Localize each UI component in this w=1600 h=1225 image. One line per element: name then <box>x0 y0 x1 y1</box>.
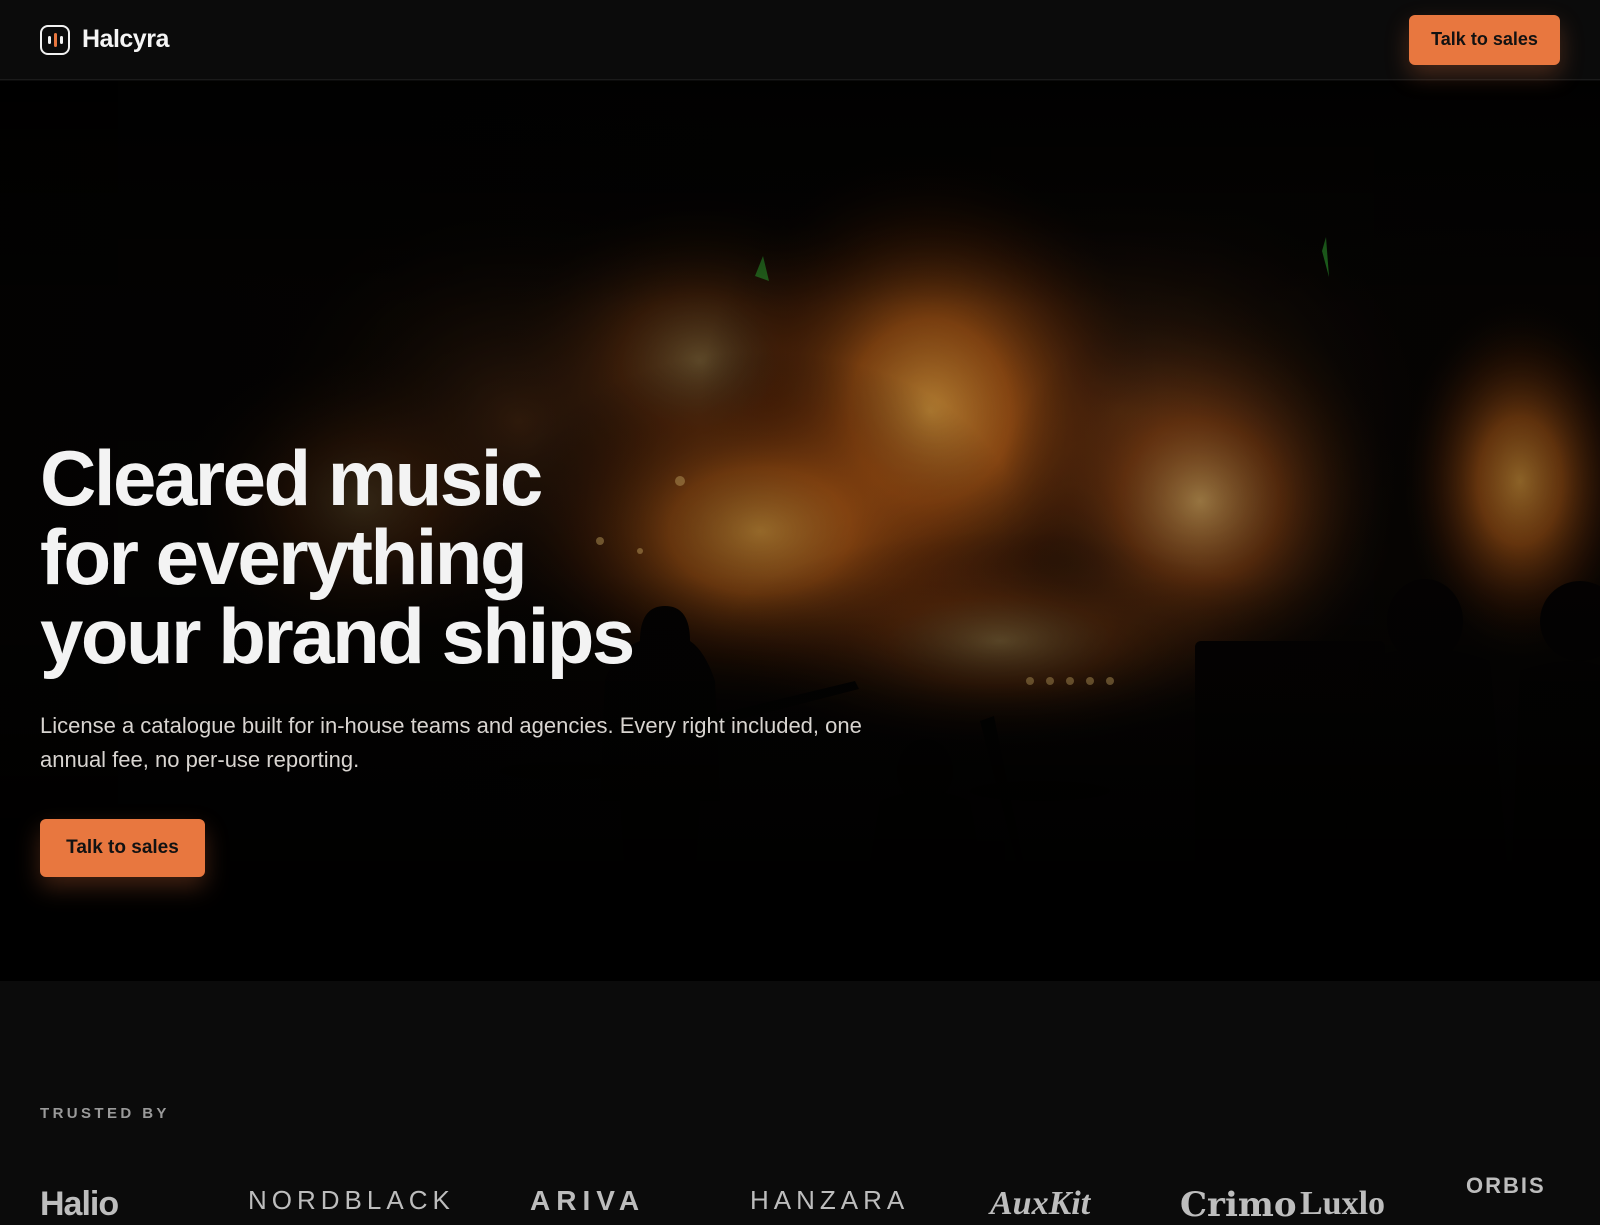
client-logo: HANZARA <box>750 1185 910 1215</box>
headline-line: your brand ships <box>40 592 635 680</box>
hero-content: Cleared music for everything your brand … <box>40 439 940 877</box>
client-logo: Luxlo <box>1300 1185 1386 1222</box>
client-logo: ARIVA <box>530 1185 646 1216</box>
waveform-badge-icon <box>40 24 70 55</box>
header-talk-to-sales-button[interactable]: Talk to sales <box>1409 14 1560 65</box>
headline-line: for everything <box>40 513 528 601</box>
trusted-by-label: TRUSTED BY <box>40 1105 170 1122</box>
client-logos: Halio NORDBLACK ARIVA HANZARA AuxKit Cri… <box>0 1173 1600 1225</box>
hero-headline: Cleared music for everything your brand … <box>40 439 940 676</box>
brand[interactable]: Halcyra <box>40 24 169 55</box>
brand-name: Halcyra <box>82 25 169 53</box>
hero-section: Cleared music for everything your brand … <box>0 81 1600 981</box>
trusted-by-section: TRUSTED BY Halio NORDBLACK ARIVA HANZARA… <box>0 981 1600 1225</box>
client-logo: Crimo <box>1180 1185 1297 1225</box>
client-logo: ORBIS <box>1466 1173 1546 1198</box>
site-header: Halcyra Talk to sales <box>0 0 1600 80</box>
client-logo: AuxKit <box>990 1185 1091 1222</box>
hero-talk-to-sales-button[interactable]: Talk to sales <box>40 819 205 877</box>
headline-line: Cleared music <box>40 434 543 522</box>
hero-subtext: License a catalogue built for in-house t… <box>40 713 862 772</box>
client-logo: Halio <box>40 1185 119 1223</box>
client-logo: NORDBLACK <box>248 1185 455 1215</box>
